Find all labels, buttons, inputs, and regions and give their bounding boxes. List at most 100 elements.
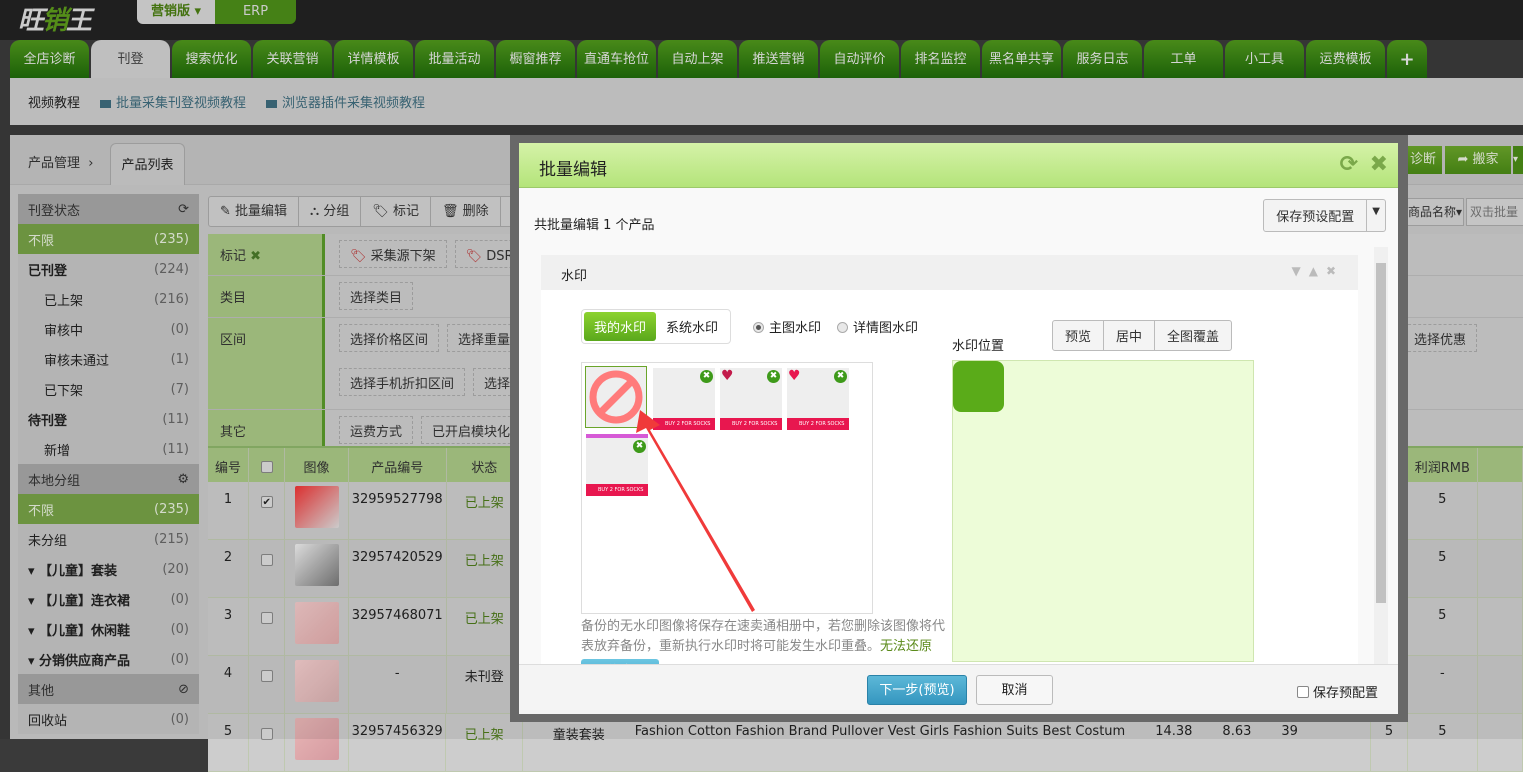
logo[interactable]: 旺销王 (18, 0, 92, 37)
remove-icon[interactable]: ✖ (633, 440, 646, 453)
preview-button[interactable]: 预览 (1053, 321, 1105, 350)
table-row[interactable]: 5 32957456329 已上架 童装套装 Fashion Cotton Fashio… (208, 714, 1523, 772)
tab-11[interactable]: 排名监控 (901, 40, 980, 78)
next-preview-button[interactable]: 下一步(预览) (867, 675, 967, 705)
tab-17[interactable]: + (1387, 40, 1427, 78)
header-cell[interactable] (249, 448, 286, 482)
watermark-position-handle[interactable] (953, 361, 1004, 412)
sidebar-item[interactable]: 审核未通过 (1) (18, 344, 199, 374)
product-thumbnail[interactable] (294, 602, 339, 644)
video-link-plugin[interactable]: 浏览器插件采集视频教程 (266, 92, 425, 111)
product-thumbnail[interactable] (294, 660, 339, 702)
remove-icon[interactable]: ✖ (767, 370, 780, 383)
mark-button[interactable]: 🏷 标记 (361, 197, 431, 226)
watermark-tile[interactable]: ♥ ✖ BUY 2 FOR SOCKS (787, 368, 849, 430)
tab-4[interactable]: 详情模板 (334, 40, 413, 78)
sidebar-item[interactable]: 已刊登 (224) (18, 254, 199, 284)
tab-15[interactable]: 小工具 (1225, 40, 1304, 78)
diagnose-button[interactable]: 诊断 (1408, 146, 1442, 174)
position-canvas[interactable] (952, 360, 1254, 662)
product-thumbnail[interactable] (294, 486, 339, 528)
clear-icon[interactable]: ⊘ (178, 682, 189, 697)
tab-12[interactable]: 黑名单共享 (982, 40, 1061, 78)
remove-icon[interactable]: ✖ (246, 249, 261, 264)
watermark-tile[interactable]: ♥ ✖ BUY 2 FOR SOCKS (720, 368, 782, 430)
sidebar-item[interactable]: 新增 (11) (18, 434, 199, 464)
video-link-batch[interactable]: 批量采集刊登视频教程 (100, 92, 246, 111)
gear-icon[interactable]: ⚙ (177, 472, 189, 487)
system-watermark-tab[interactable]: 系统水印 (656, 312, 728, 341)
full-cover-button[interactable]: 全图覆盖 (1155, 321, 1231, 350)
move-button[interactable]: ➦ 搬家 (1445, 146, 1511, 174)
filter-chip[interactable]: 已开启模块化 (421, 416, 522, 444)
close-icon[interactable]: ✖ (1370, 152, 1388, 177)
tab-3[interactable]: 关联营销 (253, 40, 332, 78)
product-thumbnail[interactable] (294, 544, 339, 586)
radio-main-image[interactable]: 主图水印 (753, 317, 821, 336)
watermark-tile[interactable]: ✖ BUY 2 FOR SOCKS (653, 368, 715, 430)
sidebar-item[interactable]: 已上架 (216) (18, 284, 199, 314)
tab-1[interactable]: 刊登 (91, 40, 170, 78)
filter-chip[interactable]: 选择类目 (339, 282, 414, 310)
product-title[interactable]: Fashion Cotton Fashion Brand Pullover Ve… (635, 724, 1125, 771)
radio-detail-image[interactable]: 详情图水印 (837, 317, 918, 336)
sidebar-item[interactable]: ▾ 【儿童】连衣裙 (0) (18, 584, 199, 614)
breadcrumb-current-tab[interactable]: 产品列表 (110, 143, 185, 185)
row-checkbox[interactable] (260, 670, 273, 682)
filter-chip[interactable]: 运费方式 (339, 416, 414, 444)
no-watermark-tile[interactable] (585, 366, 647, 428)
tab-9[interactable]: 推送营销 (739, 40, 818, 78)
watermark-tile[interactable]: ✖ BUY 2 FOR SOCKS (586, 434, 648, 496)
modal-scrollbar[interactable] (1374, 247, 1388, 680)
sidebar-item[interactable]: ▾ 【儿童】休闲鞋 (0) (18, 614, 199, 644)
sidebar-item[interactable]: 回收站 (0) (18, 704, 199, 734)
delete-button[interactable]: 🗑 删除 (431, 197, 501, 226)
sidebar-item[interactable]: ▾ 【儿童】套装 (20) (18, 554, 199, 584)
tab-14[interactable]: 工单 (1144, 40, 1223, 78)
my-watermark-tab[interactable]: 我的水印 (584, 312, 657, 341)
tab-7[interactable]: 直通车抢位 (577, 40, 656, 78)
filter-chip[interactable]: 选择优惠 (1403, 324, 1478, 352)
search-field-dropdown[interactable]: 商品名称▾ (1408, 198, 1464, 226)
save-config-checkbox[interactable]: 保存预配置 (1296, 682, 1378, 701)
cancel-button[interactable]: 取消 (976, 675, 1053, 705)
sidebar-item[interactable]: 已下架 (7) (18, 374, 199, 404)
center-button[interactable]: 居中 (1104, 321, 1156, 350)
row-checkbox[interactable] (260, 554, 273, 566)
refresh-icon[interactable]: ⟳ (178, 202, 189, 217)
move-dropdown[interactable]: ▾ (1513, 146, 1523, 174)
breadcrumb-parent[interactable]: 产品管理 › (28, 152, 93, 171)
sidebar-item[interactable]: 不限 (235) (18, 494, 199, 524)
sidebar-item[interactable]: 未分组 (215) (18, 524, 199, 554)
sidebar-item[interactable]: 不限 (235) (18, 224, 199, 254)
tab-13[interactable]: 服务日志 (1063, 40, 1142, 78)
preset-dropdown[interactable]: ▼ (1366, 200, 1385, 231)
product-thumbnail[interactable] (294, 718, 339, 760)
tab-16[interactable]: 运费模板 (1306, 40, 1385, 78)
row-checkbox[interactable] (260, 728, 273, 740)
tab-5[interactable]: 批量活动 (415, 40, 494, 78)
batch-edit-button[interactable]: ✎ 批量编辑 (209, 197, 300, 226)
save-preset-button[interactable]: 保存预设配置 (1264, 200, 1366, 231)
tab-0[interactable]: 全店诊断 (10, 40, 89, 78)
filter-chip[interactable]: 选择手机折扣区间 (339, 367, 466, 396)
tab-6[interactable]: 橱窗推荐 (496, 40, 575, 78)
batch-search-input[interactable] (1466, 198, 1523, 226)
sidebar-item[interactable]: 待刊登 (11) (18, 404, 199, 434)
section-controls[interactable]: ▼▲✖ (1291, 264, 1344, 278)
edition-dropdown[interactable]: 营销版 ▾ (137, 0, 215, 24)
row-checkbox[interactable]: ✔ (260, 496, 273, 508)
row-checkbox[interactable] (260, 612, 273, 624)
tab-10[interactable]: 自动评价 (820, 40, 899, 78)
tab-8[interactable]: 自动上架 (658, 40, 737, 78)
sidebar-item[interactable]: ▾ 分销供应商产品 (0) (18, 644, 199, 674)
remove-icon[interactable]: ✖ (834, 370, 847, 383)
filter-chip[interactable]: 🏷 采集源下架 (339, 240, 447, 268)
group-button[interactable]: ⛬ 分组 (299, 197, 362, 226)
select-all-checkbox[interactable] (260, 461, 273, 473)
erp-button[interactable]: ERP (215, 0, 296, 24)
sidebar-item[interactable]: 审核中 (0) (18, 314, 199, 344)
refresh-icon[interactable]: ⟳ (1340, 152, 1358, 177)
tab-2[interactable]: 搜索优化 (172, 40, 251, 78)
filter-chip[interactable]: 选择价格区间 (339, 324, 440, 352)
